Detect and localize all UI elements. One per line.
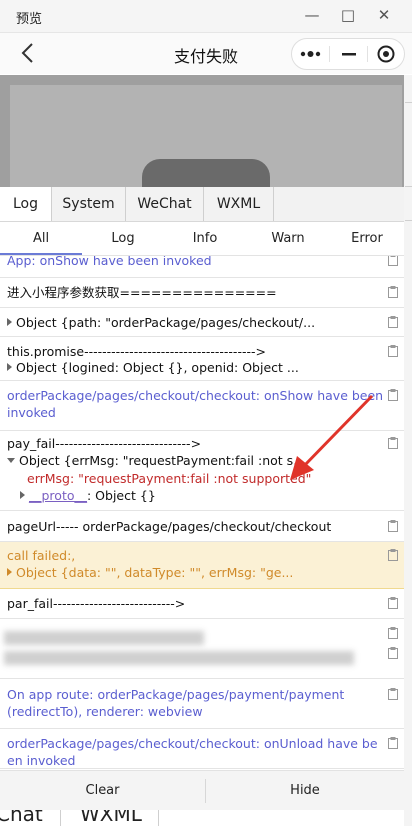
expand-caret-icon[interactable] [7, 568, 12, 576]
hide-button[interactable]: Hide [206, 771, 404, 811]
more-dots-icon[interactable] [292, 39, 329, 69]
background-divider [405, 102, 412, 103]
minimize-program-icon[interactable] [330, 39, 367, 69]
preview-graphic [142, 159, 270, 187]
log-text: pay_fail------------------------------> [7, 436, 202, 451]
property-value: "requestPayment:fail :not supported" [78, 471, 312, 486]
tab-wxml[interactable]: WXML [204, 187, 274, 221]
log-row: pageUrl----- orderPackage/pages/checkout… [0, 511, 404, 542]
underlying-tab-divider [60, 810, 61, 826]
close-button[interactable]: ✕ [372, 4, 396, 26]
expand-caret-icon[interactable] [20, 491, 25, 499]
underlying-tab-wxml: WXML [80, 810, 142, 826]
log-object[interactable]: Object {path: "orderPackage/pages/checko… [7, 314, 384, 331]
filter-error[interactable]: Error [330, 222, 404, 255]
log-row: pay_fail------------------------------> … [0, 431, 404, 511]
redacted-text [4, 631, 204, 645]
log-row: orderPackage/pages/checkout/checkout: on… [0, 381, 404, 431]
capsule-menu [291, 38, 405, 70]
log-text: pageUrl----- orderPackage/pages/checkout… [7, 519, 332, 534]
log-row: App: onShow have been invoked [0, 256, 404, 278]
window-title: 预览 [16, 12, 43, 27]
console-main-tabs: Log System WeChat WXML [0, 187, 404, 222]
copy-icon[interactable] [388, 520, 398, 532]
underlying-tabs: Chat WXML [0, 810, 404, 826]
copy-icon[interactable] [388, 286, 398, 298]
log-row: 进入小程序参数获取=============== [0, 278, 404, 308]
window-title-bar: 预览 — □ ✕ [0, 0, 412, 33]
property-key: __proto__ [29, 488, 87, 503]
copy-icon[interactable] [388, 256, 398, 266]
log-text: orderPackage/pages/checkout/checkout: on… [7, 736, 378, 768]
maximize-button[interactable]: □ [336, 4, 360, 26]
copy-icon[interactable] [388, 627, 398, 639]
log-row: this.promise----------------------------… [0, 337, 404, 381]
filter-warn[interactable]: Warn [246, 222, 330, 255]
expand-caret-icon[interactable] [7, 363, 12, 371]
log-level-tabs: All Log Info Warn Error [0, 222, 404, 256]
copy-icon[interactable] [388, 345, 398, 357]
log-object[interactable]: Object {logined: Object {}, openid: Obje… [7, 359, 384, 376]
log-text: call failed:, [7, 548, 76, 563]
log-row: On app route: orderPackage/pages/payment… [0, 679, 404, 729]
log-object[interactable]: Object {errMsg: "requestPayment:fail :no… [7, 452, 384, 469]
exit-program-icon[interactable] [368, 39, 405, 69]
copy-icon[interactable] [388, 647, 398, 659]
tab-log[interactable]: Log [0, 187, 52, 221]
expand-caret-icon[interactable] [7, 318, 12, 326]
log-text: Object {errMsg: "requestPayment:fail :no… [19, 453, 306, 468]
log-text: App: onShow have been invoked [7, 256, 212, 268]
copy-icon[interactable] [388, 316, 398, 328]
copy-icon[interactable] [388, 389, 398, 401]
filter-all[interactable]: All [0, 222, 82, 255]
property-key: errMsg: [27, 471, 79, 486]
redacted-log-row [0, 619, 404, 679]
warn-log-row: call failed:, Object {data: "", dataType… [0, 542, 404, 589]
log-text: Object {data: "", dataType: "", errMsg: … [16, 565, 294, 580]
log-text: Object {path: "orderPackage/pages/checko… [16, 315, 316, 330]
log-text: this.promise----------------------------… [7, 344, 266, 359]
page-preview [0, 75, 412, 187]
property-value: : Object {} [87, 488, 156, 503]
underlying-tab-divider [158, 810, 159, 826]
underlying-tab-chat: Chat [0, 810, 43, 826]
log-row: orderPackage/pages/checkout/checkout: on… [0, 729, 404, 769]
copy-icon[interactable] [388, 688, 398, 700]
copy-icon[interactable] [388, 549, 398, 561]
copy-icon[interactable] [388, 597, 398, 609]
console-log-list: App: onShow have been invoked 进入小程序参数获取=… [0, 256, 404, 769]
minimize-button[interactable]: — [300, 4, 324, 26]
filter-info[interactable]: Info [164, 222, 246, 255]
collapse-caret-icon[interactable] [7, 458, 15, 463]
tab-system[interactable]: System [52, 187, 126, 221]
filter-log[interactable]: Log [82, 222, 164, 255]
background-window-edge [404, 75, 412, 826]
object-property[interactable]: __proto__: Object {} [20, 487, 384, 504]
log-text: par_fail---------------------------> [7, 596, 186, 611]
tab-wechat[interactable]: WeChat [126, 187, 204, 221]
log-text: On app route: orderPackage/pages/payment… [7, 687, 345, 719]
navigation-bar: 支付失败 [0, 33, 412, 74]
log-text: 进入小程序参数获取=============== [7, 285, 277, 300]
log-row: Object {path: "orderPackage/pages/checko… [0, 308, 404, 337]
copy-icon[interactable] [388, 737, 398, 749]
log-text: Object {logined: Object {}, openid: Obje… [16, 360, 299, 375]
console-bottom-bar: Clear Hide [0, 770, 404, 811]
redacted-text [4, 651, 354, 665]
log-object[interactable]: Object {data: "", dataType: "", errMsg: … [7, 564, 384, 581]
copy-icon[interactable] [388, 437, 398, 449]
clear-button[interactable]: Clear [0, 771, 205, 811]
log-text: orderPackage/pages/checkout/checkout: on… [7, 388, 384, 420]
log-row: par_fail---------------------------> [0, 589, 404, 619]
background-divider [405, 186, 412, 187]
object-property: errMsg: "requestPayment:fail :not suppor… [27, 470, 384, 487]
background-divider [405, 220, 412, 221]
